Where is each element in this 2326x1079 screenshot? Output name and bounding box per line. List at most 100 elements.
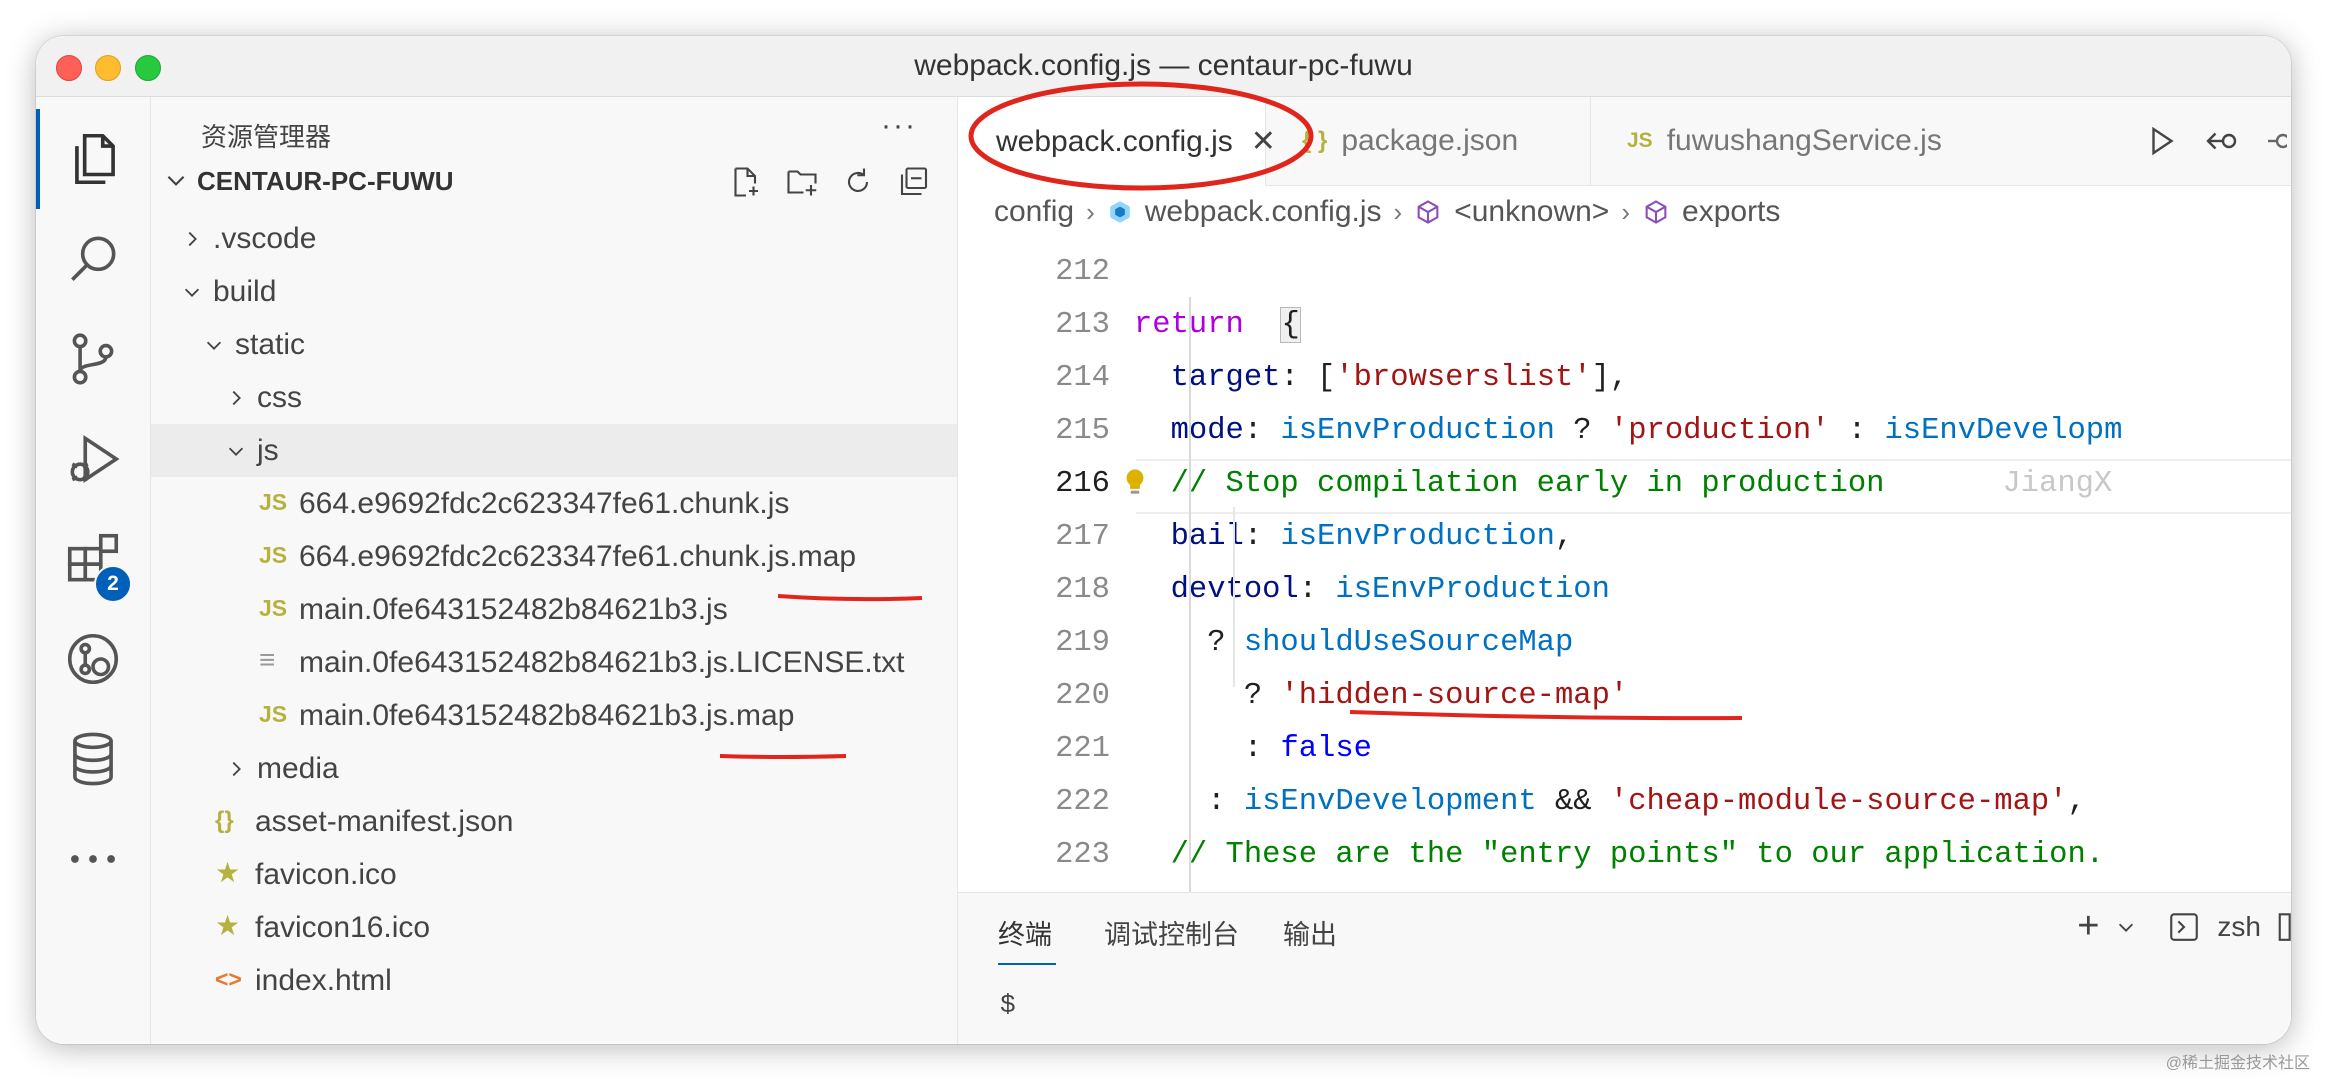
- project-header[interactable]: CENTAUR-PC-FUWU: [151, 157, 957, 207]
- breadcrumb-folder[interactable]: config: [994, 195, 1074, 229]
- tab-webpack-config[interactable]: webpack.config.js ✕: [958, 97, 1276, 186]
- more-icon: [71, 855, 115, 863]
- code-token: :: [1829, 414, 1885, 448]
- more-activity[interactable]: [36, 809, 150, 909]
- code-line[interactable]: 221 : false: [958, 724, 2291, 777]
- remote-explorer-activity[interactable]: [36, 609, 150, 709]
- js-file-icon: JS: [1627, 129, 1653, 152]
- code-line[interactable]: 220 ? 'hidden-source-map': [958, 671, 2291, 724]
- refresh-button[interactable]: [835, 159, 881, 205]
- terminal-prompt[interactable]: $: [1000, 990, 1016, 1020]
- tree-item[interactable]: <> index.html: [151, 954, 957, 1007]
- tree-item[interactable]: ★ favicon16.ico: [151, 901, 957, 954]
- explorer-more-button[interactable]: ···: [881, 109, 917, 143]
- code-token: {: [1280, 307, 1301, 343]
- code-line[interactable]: 217 bail: isEnvProduction,: [958, 512, 2291, 565]
- tab-package-json[interactable]: { } package.json: [1266, 97, 1591, 185]
- code-token: isEnvDevelopment: [1243, 785, 1537, 819]
- shell-name[interactable]: zsh: [2217, 911, 2261, 943]
- tree-item[interactable]: {} asset-manifest.json: [151, 795, 957, 848]
- code-text: : isEnvDevelopment && 'cheap-module-sour…: [1134, 785, 2086, 819]
- code-line[interactable]: 216 // Stop compilation early in product…: [958, 459, 2291, 514]
- git-commit-icon[interactable]: [2267, 123, 2287, 159]
- code-token: isEnvProduction: [1280, 414, 1555, 448]
- tree-item[interactable]: media: [151, 742, 957, 795]
- code-text: bail: isEnvProduction,: [1134, 520, 1574, 554]
- tree-item[interactable]: JS 664.e9692fdc2c623347fe61.chunk.js: [151, 477, 957, 530]
- tree-item[interactable]: JS 664.e9692fdc2c623347fe61.chunk.js.map: [151, 530, 957, 583]
- new-file-button[interactable]: [723, 159, 769, 205]
- code-text: return {: [1134, 307, 1301, 343]
- code-line[interactable]: 213 return {: [958, 300, 2291, 353]
- code-line[interactable]: 215 mode: isEnvProduction ? 'production'…: [958, 406, 2291, 459]
- webpack-icon: [1109, 201, 1130, 223]
- tree-item-label: main.0fe643152482b84621b3.js.LICENSE.txt: [299, 646, 905, 679]
- code-token: :: [1134, 732, 1281, 766]
- project-name: CENTAUR-PC-FUWU: [197, 166, 454, 196]
- code-line[interactable]: 218 devtool: isEnvProduction: [958, 565, 2291, 618]
- tree-item[interactable]: .vscode: [151, 212, 957, 265]
- tree-item-label: favicon16.ico: [255, 911, 431, 944]
- tree-item[interactable]: JS main.0fe643152482b84621b3.js: [151, 583, 957, 636]
- explorer-activity[interactable]: [36, 109, 150, 209]
- code-line[interactable]: 214 target: ['browserslist'],: [958, 353, 2291, 406]
- source-control-activity[interactable]: [36, 309, 150, 409]
- tree-item-label: asset-manifest.json: [255, 805, 514, 838]
- database-activity[interactable]: [36, 709, 150, 809]
- code-editor[interactable]: 212 213 return {214 target: ['browserslist…: [958, 247, 2291, 887]
- code-text: devtool: isEnvProduction: [1134, 573, 1610, 607]
- chevron-down-icon: [184, 288, 200, 297]
- code-line[interactable]: 212: [958, 247, 2291, 300]
- tree-item[interactable]: build: [151, 265, 957, 318]
- new-terminal-button[interactable]: +: [2077, 905, 2099, 948]
- chevron-down-icon: [206, 341, 222, 350]
- tree-item[interactable]: js: [151, 424, 957, 477]
- explorer-actions: [723, 159, 937, 205]
- js-file-icon: JS: [259, 489, 288, 515]
- collapse-all-button[interactable]: [891, 159, 937, 205]
- html-file-icon: <>: [215, 966, 242, 992]
- tab-debug-console[interactable]: 调试控制台: [1104, 913, 1239, 952]
- tab-output[interactable]: 输出: [1283, 913, 1337, 952]
- breadcrumb-symbol[interactable]: <unknown>: [1454, 195, 1609, 229]
- code-token: mode: [1170, 414, 1244, 448]
- code-token: target: [1170, 361, 1281, 395]
- tree-item[interactable]: css: [151, 371, 957, 424]
- extensions-activity[interactable]: 2: [36, 509, 150, 609]
- breadcrumb-file[interactable]: webpack.config.js: [1145, 195, 1382, 229]
- tab-fuwushang-service[interactable]: JS fuwushangService.js: [1591, 97, 1942, 185]
- file-tree: .vscode build static css js JS 664.e9692fdc2c6…: [151, 212, 957, 1007]
- chevron-right-icon: [188, 231, 197, 247]
- search-activity[interactable]: [36, 209, 150, 309]
- run-icon[interactable]: [2143, 123, 2179, 159]
- indent-guide: [1233, 507, 1235, 687]
- new-folder-button[interactable]: [779, 159, 825, 205]
- tree-item[interactable]: JS main.0fe643152482b84621b3.js.map: [151, 689, 957, 742]
- database-icon: [73, 732, 113, 786]
- favicon-file-icon: ★: [215, 857, 241, 888]
- code-token: 'cheap-module-source-map': [1609, 785, 2068, 819]
- tree-item[interactable]: static: [151, 318, 957, 371]
- code-line[interactable]: 223 // These are the "entry points" to o…: [958, 830, 2291, 883]
- refresh-icon: [848, 168, 869, 192]
- title-bar: webpack.config.js — centaur-pc-fuwu: [36, 36, 2291, 97]
- split-terminal-icon[interactable]: [2277, 910, 2291, 944]
- tree-item-label: 664.e9692fdc2c623347fe61.chunk.js.map: [299, 540, 857, 573]
- tab-terminal[interactable]: 终端: [998, 913, 1052, 952]
- line-number: 215: [1055, 414, 1110, 448]
- line-number: 221: [1055, 732, 1110, 766]
- tree-item[interactable]: ≡ main.0fe643152482b84621b3.js.LICENSE.tx…: [151, 636, 957, 689]
- breadcrumb-symbol[interactable]: exports: [1682, 195, 1780, 229]
- line-number: 218: [1055, 573, 1110, 607]
- chevron-down-icon[interactable]: [2115, 916, 2137, 938]
- code-line[interactable]: 219 ? shouldUseSourceMap: [958, 618, 2291, 671]
- tree-item-label: media: [257, 752, 339, 785]
- code-token: isEnvProduction: [1335, 573, 1610, 607]
- open-changes-icon[interactable]: [2203, 123, 2243, 159]
- run-debug-activity[interactable]: [36, 409, 150, 509]
- code-line[interactable]: 222 : isEnvDevelopment && 'cheap-module-…: [958, 777, 2291, 830]
- symbol-module-icon: [1417, 200, 1439, 224]
- tree-item[interactable]: ★ favicon.ico: [151, 848, 957, 901]
